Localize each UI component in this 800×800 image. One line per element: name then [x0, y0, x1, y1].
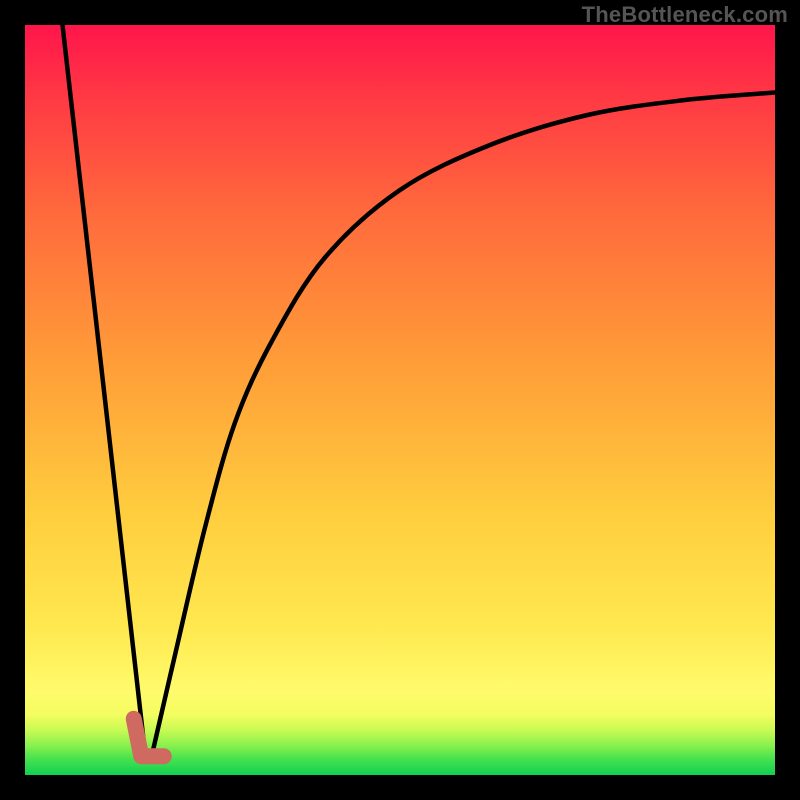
- chart-frame: TheBottleneck.com: [0, 0, 800, 800]
- gradient-background: [25, 25, 775, 775]
- chart-plot-area: [25, 25, 775, 775]
- chart-svg: [25, 25, 775, 775]
